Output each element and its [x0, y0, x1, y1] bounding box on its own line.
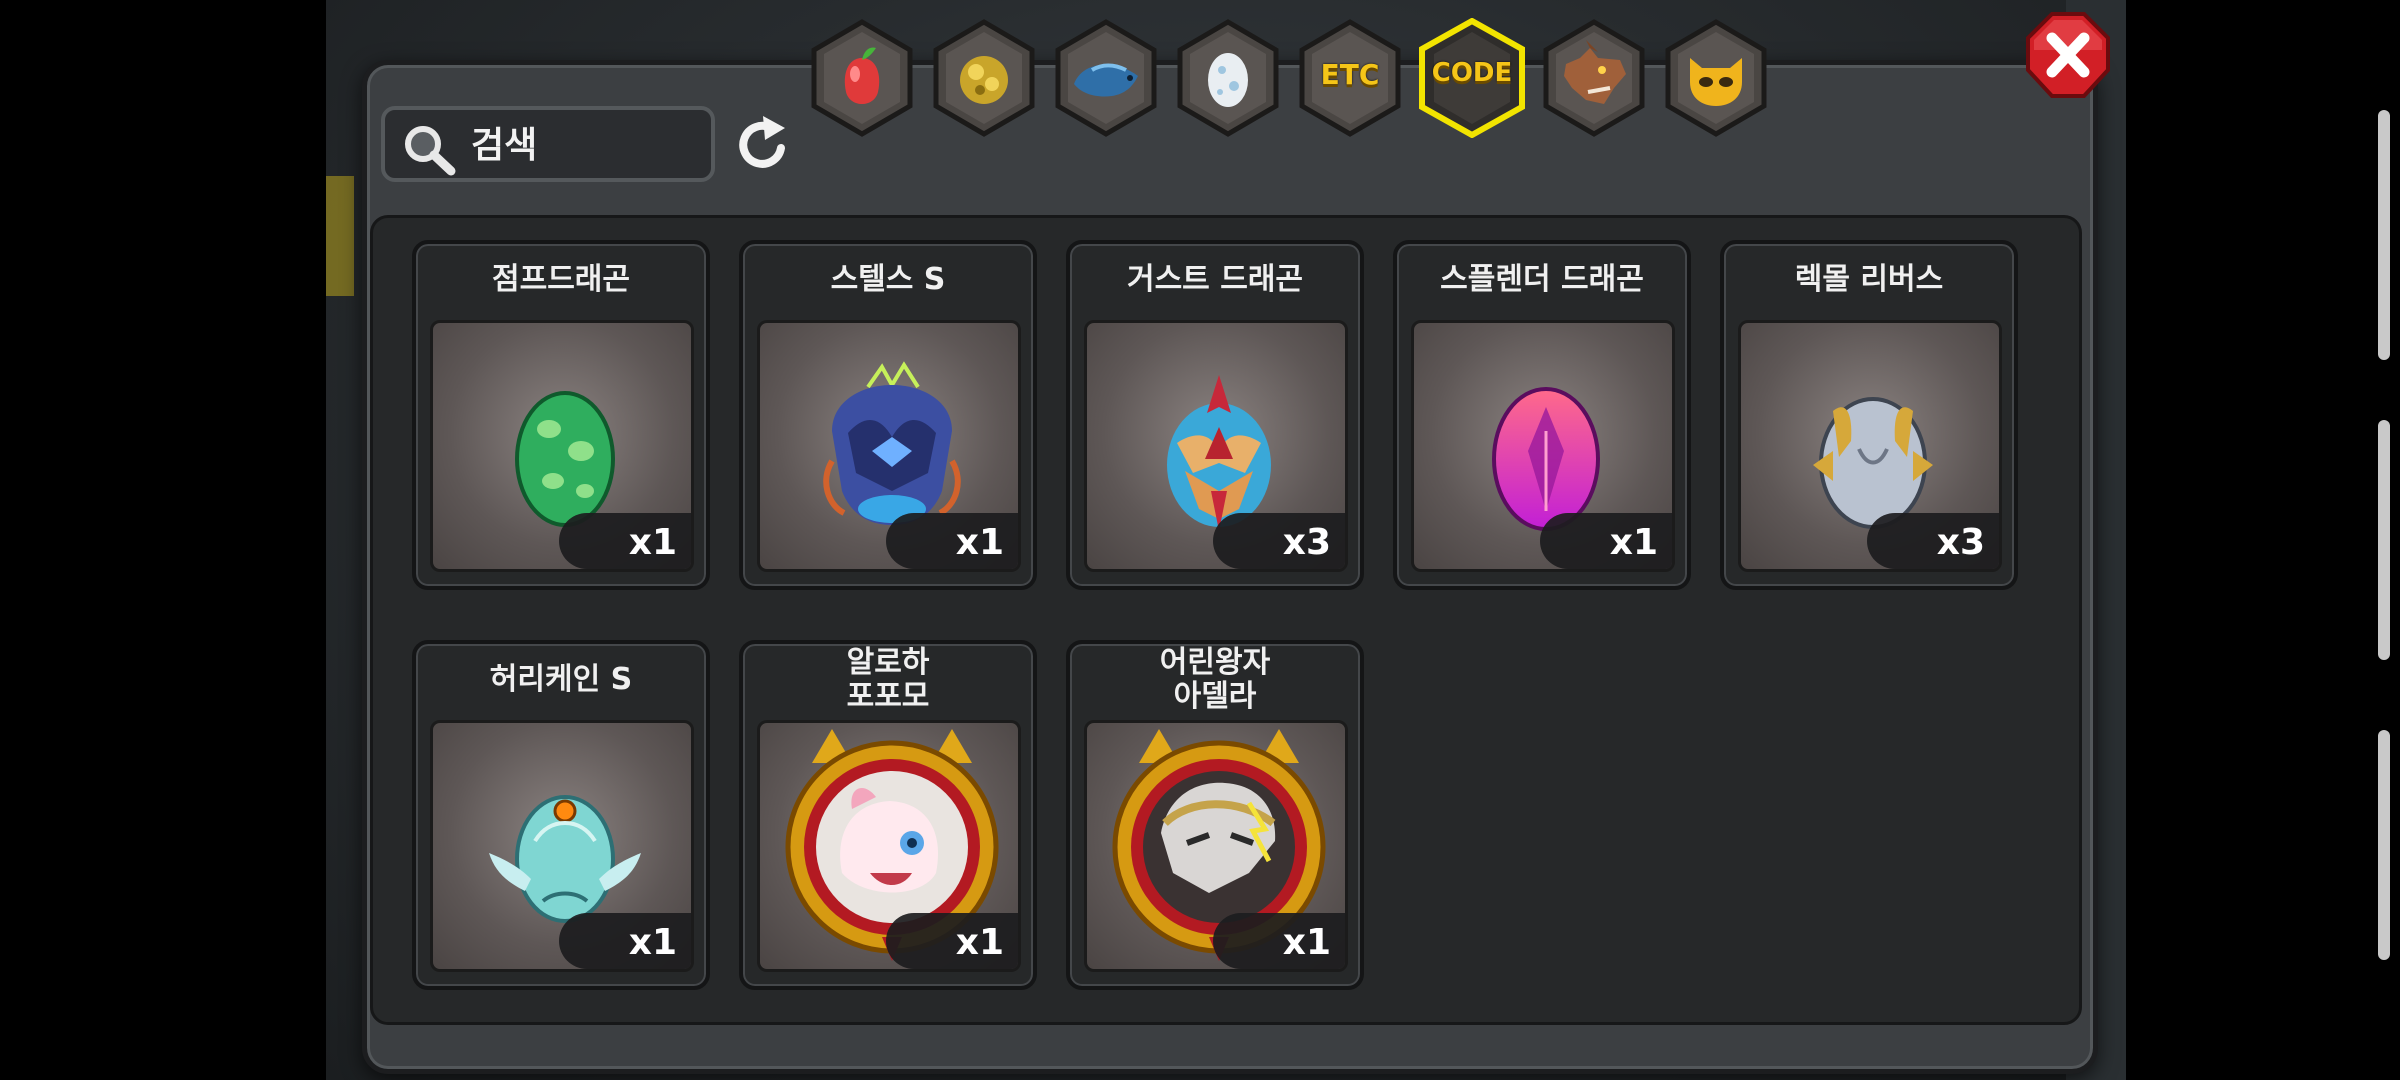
item-quantity: x3: [1282, 522, 1331, 563]
quantity-badge: x1: [886, 513, 1018, 569]
item-image-frame: x1: [757, 320, 1021, 572]
tab-gold[interactable]: [930, 18, 1038, 138]
search-box[interactable]: [381, 106, 715, 182]
item-card[interactable]: 스텔스 S x1: [739, 240, 1037, 590]
background-strip: [326, 176, 354, 296]
item-name-line2: 아델라: [1173, 679, 1257, 714]
search-icon: [405, 126, 456, 176]
tab-etc[interactable]: ETC: [1296, 18, 1404, 138]
item-quantity: x1: [628, 922, 677, 963]
silver-egg-icon: [1813, 397, 1933, 529]
tab-beast[interactable]: [1540, 18, 1648, 138]
hurricane-egg-icon: [489, 795, 641, 923]
item-card[interactable]: 스플렌더 드래곤 x1: [1393, 240, 1691, 590]
item-quantity: x1: [955, 922, 1004, 963]
egg-icon: [1208, 53, 1248, 107]
scrollbar-bottom[interactable]: [2378, 730, 2390, 960]
item-quantity: x1: [955, 522, 1004, 563]
quantity-badge: x3: [1213, 513, 1345, 569]
item-name: 스텔스 S: [830, 262, 946, 297]
tab-mask[interactable]: [1662, 18, 1770, 138]
item-image-frame: x3: [1738, 320, 2002, 572]
item-name-line1: 알로하: [846, 645, 930, 680]
item-name: 렉몰 리버스: [1794, 262, 1944, 297]
item-card[interactable]: 어린왕자 아델라 x1: [1066, 640, 1364, 990]
item-image-frame: x1: [1411, 320, 1675, 572]
quantity-badge: x1: [559, 913, 691, 969]
item-image-frame: x3: [1084, 320, 1348, 572]
tab-etc-label: ETC: [1320, 58, 1380, 91]
item-image-frame: x1: [430, 720, 694, 972]
close-button[interactable]: [2024, 10, 2112, 100]
item-card[interactable]: 허리케인 S x1: [412, 640, 710, 990]
tab-egg[interactable]: [1174, 18, 1282, 138]
gold-ore-icon: [960, 56, 1008, 104]
item-name-line1: 어린왕자: [1159, 645, 1271, 680]
quantity-badge: x1: [886, 913, 1018, 969]
refresh-icon: [739, 116, 785, 168]
item-card[interactable]: 렉몰 리버스 x3: [1720, 240, 2018, 590]
item-card[interactable]: 거스트 드래곤 x3: [1066, 240, 1364, 590]
refresh-button[interactable]: [733, 114, 793, 176]
stealth-egg-icon: [823, 361, 961, 525]
item-name: 알로하 포포모: [743, 646, 1033, 714]
tab-code-label: CODE: [1431, 58, 1513, 88]
item-name: 허리케인 S: [489, 662, 633, 697]
tab-fruit[interactable]: [808, 18, 916, 138]
quantity-badge: x1: [559, 513, 691, 569]
item-name: 점프드래곤: [492, 262, 630, 297]
scrollbar-top[interactable]: [2378, 110, 2390, 360]
item-quantity: x3: [1936, 522, 1985, 563]
item-name: 스플렌더 드래곤: [1440, 262, 1644, 297]
item-image-frame: x1: [430, 320, 694, 572]
item-quantity: x1: [628, 522, 677, 563]
item-card[interactable]: 알로하 포포모 x1: [739, 640, 1037, 990]
item-quantity: x1: [1282, 922, 1331, 963]
quantity-badge: x1: [1213, 913, 1345, 969]
item-image-frame: x1: [1084, 720, 1348, 972]
tab-fish[interactable]: [1052, 18, 1160, 138]
item-image-frame: x1: [757, 720, 1021, 972]
scrollbar-middle[interactable]: [2378, 420, 2390, 660]
quantity-badge: x1: [1540, 513, 1672, 569]
green-egg-icon: [515, 391, 615, 527]
item-name: 어린왕자 아델라: [1070, 646, 1360, 714]
tab-code[interactable]: CODE: [1418, 18, 1526, 138]
item-name: 거스트 드래곤: [1126, 262, 1304, 297]
item-quantity: x1: [1609, 522, 1658, 563]
item-card[interactable]: 점프드래곤 x1: [412, 240, 710, 590]
quantity-badge: x3: [1867, 513, 1999, 569]
pink-egg-icon: [1492, 387, 1600, 531]
item-name-line2: 포포모: [846, 679, 930, 714]
gust-dragon-egg-icon: [1167, 375, 1271, 531]
search-input[interactable]: [469, 122, 703, 168]
